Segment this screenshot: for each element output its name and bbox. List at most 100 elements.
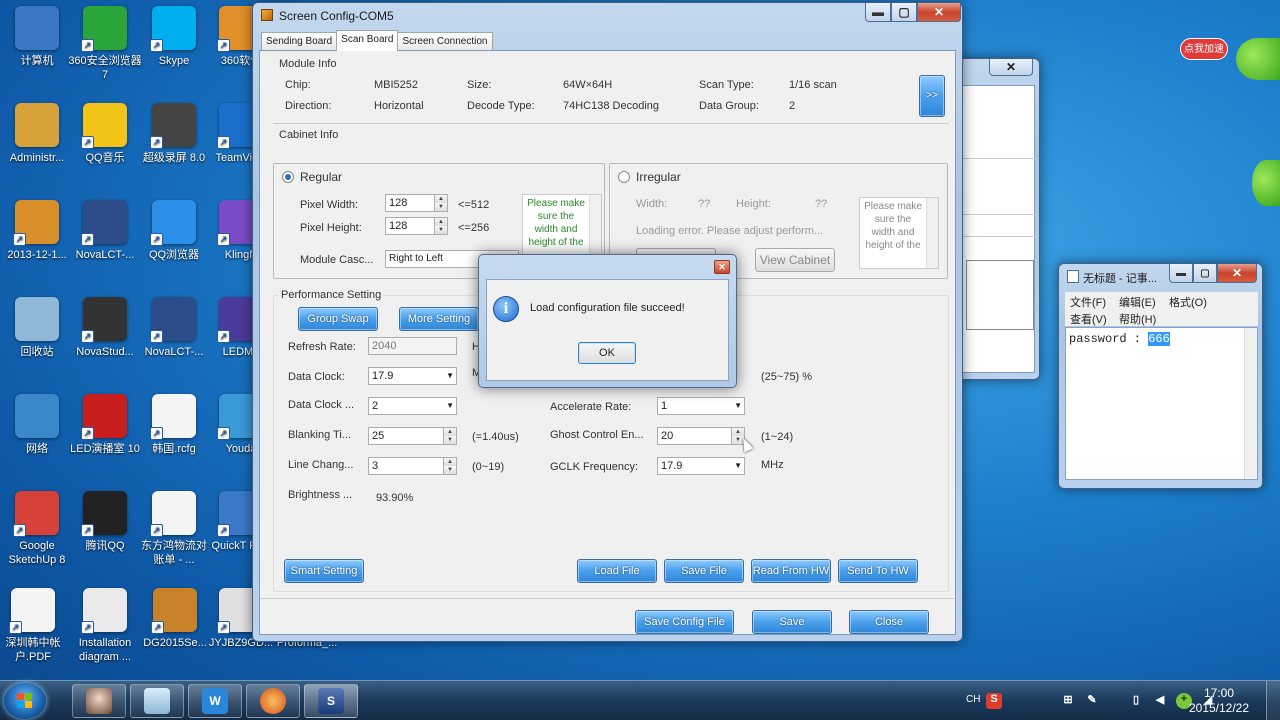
desktop-icon-24[interactable]: ↗ 深圳韩中帐户.PDF (0, 588, 70, 664)
line-change-hint: (0~19) (472, 461, 505, 473)
ghost-control-input[interactable]: 20 ▲ ▼ (657, 427, 745, 445)
desktop-icon-25[interactable]: ↗ Installation diagram ... (68, 588, 142, 664)
sogou-icon[interactable]: S (986, 693, 1002, 709)
smart-setting-button[interactable]: Smart Setting (284, 559, 364, 583)
shortcut-arrow-icon: ↗ (81, 427, 94, 440)
close-button[interactable]: Close (849, 610, 929, 634)
close-window-button[interactable]: ✕ (917, 3, 961, 22)
menu-help[interactable]: 帮助(H) (1119, 311, 1156, 327)
desktop-icon-9[interactable]: ↗ NovaLCT-... (68, 200, 142, 262)
data-clock-select[interactable]: 17.9 ▼ (368, 367, 457, 385)
desktop-icon-label: QQ音乐 (85, 152, 125, 164)
pixel-height-spinner[interactable]: ▲ ▼ (434, 218, 447, 234)
pixel-width-spinner[interactable]: ▲ ▼ (434, 195, 447, 211)
desktop-icon-20[interactable]: ↗ Google SketchUp 8 (0, 491, 74, 567)
taskbar-avatar-app[interactable] (72, 684, 126, 718)
dialog-ok-button[interactable]: OK (578, 342, 636, 364)
pixel-width-input[interactable]: 128 ▲ ▼ (385, 194, 448, 212)
send-to-hw-button[interactable]: Send To HW (838, 559, 918, 583)
blanking-input[interactable]: 25 ▲ ▼ (368, 427, 457, 445)
desktop-icon-4[interactable]: Administr... (0, 103, 74, 165)
module-more-button[interactable]: >> (919, 75, 945, 117)
desktop-icon-12[interactable]: 回收站 (0, 297, 74, 359)
clock[interactable]: 17:00 2015/12/22 (1184, 686, 1254, 716)
tab-scan-board[interactable]: Scan Board (336, 30, 399, 51)
notepad-maximize-button[interactable]: ▢ (1193, 264, 1217, 283)
tray-tool-icon[interactable]: ✎ (1084, 693, 1100, 709)
desktop-icon-16[interactable]: 网络 (0, 394, 74, 456)
notepad-minimize-button[interactable]: ▬ (1169, 264, 1193, 283)
desktop-icon-26[interactable]: ↗ DG2015Se... (138, 588, 212, 650)
save-file-button[interactable]: Save File (664, 559, 744, 583)
windows-flag-icon[interactable]: ⊞ (1060, 693, 1076, 709)
notepad-close-button[interactable]: ✕ (1217, 264, 1257, 283)
regular-radio[interactable] (282, 171, 294, 183)
shortcut-arrow-icon: ↗ (151, 621, 164, 634)
taskbar-wps[interactable]: W (188, 684, 242, 718)
notepad-menu-bar: 文件(F) 编辑(E) 格式(O) 查看(V) 帮助(H) (1065, 292, 1258, 326)
menu-file[interactable]: 文件(F) (1070, 294, 1106, 310)
taskbar-novalct[interactable]: S (304, 684, 358, 718)
desktop-icon-10[interactable]: ↗ QQ浏览器 (137, 200, 211, 262)
irregular-note-scrollbar[interactable] (926, 198, 938, 268)
line-change-input[interactable]: 3 ▲ ▼ (368, 457, 457, 475)
desktop-icon-6[interactable]: ↗ 超级录屏 8.0 (137, 103, 211, 165)
desktop-icon-22[interactable]: ↗ 东方鸿物流对账单 - ... (137, 491, 211, 567)
desktop-icon-8[interactable]: ↗ 2013-12-1... (0, 200, 74, 262)
desktop-icon-21[interactable]: ↗ 腾讯QQ (68, 491, 142, 553)
accelerate-select[interactable]: 1 ▼ (657, 397, 745, 415)
taskbar-app-fire[interactable] (246, 684, 300, 718)
gclk-select[interactable]: 17.9 ▼ (657, 457, 745, 475)
volume-icon[interactable]: ◀ (1152, 693, 1168, 709)
minimize-button[interactable]: ▬ (865, 3, 891, 22)
menu-edit[interactable]: 编辑(E) (1119, 294, 1156, 310)
data-clock-phase-select[interactable]: 2 ▼ (368, 397, 457, 415)
desktop-icon-2[interactable]: ↗ Skype (137, 6, 211, 68)
regular-note-scrollbar[interactable] (589, 195, 601, 257)
chevron-down-icon: ▼ (446, 401, 454, 410)
more-setting-button[interactable]: More Setting (399, 307, 479, 331)
shortcut-arrow-icon: ↗ (81, 621, 94, 634)
ime-indicator[interactable]: CH (966, 694, 980, 705)
line-change-spinner[interactable]: ▲ ▼ (443, 458, 456, 474)
dialog-close-button[interactable]: ✕ (714, 260, 730, 274)
module-cascade-value: Right to Left (389, 253, 443, 264)
desktop-icon-1[interactable]: ↗ 360安全浏览器7 (68, 6, 142, 82)
desktop-icon-18[interactable]: ↗ 韩国.rcfg (137, 394, 211, 456)
accelerate-sticker[interactable]: 点我加速 (1180, 38, 1228, 60)
desktop-icon-label: 东方鸿物流对账单 - ... (141, 540, 207, 566)
read-from-hw-button[interactable]: Read From HW (751, 559, 831, 583)
view-cabinet-button[interactable]: View Cabinet (755, 248, 835, 272)
desktop-icon-0[interactable]: 计算机 (0, 6, 74, 68)
start-button[interactable] (4, 683, 46, 719)
pixel-height-input[interactable]: 128 ▲ ▼ (385, 217, 448, 235)
menu-format[interactable]: 格式(O) (1169, 294, 1207, 310)
save-button[interactable]: Save (752, 610, 832, 634)
save-config-file-button[interactable]: Save Config File (635, 610, 734, 634)
desktop-icon-14[interactable]: ↗ NovaLCT-... (137, 297, 211, 359)
irregular-radio[interactable] (618, 171, 630, 183)
irregular-height-value: ?? (815, 198, 828, 210)
load-file-button[interactable]: Load File (577, 559, 657, 583)
maximize-button[interactable]: ▢ (891, 3, 917, 22)
notepad-scrollbar[interactable] (1244, 328, 1257, 479)
size-value: 64W×64H (563, 79, 613, 91)
tab-sending-board[interactable]: Sending Board (261, 32, 338, 51)
tab-screen-connection[interactable]: Screen Connection (397, 32, 493, 51)
show-desktop-button[interactable] (1266, 681, 1280, 720)
desktop-icon-5[interactable]: ↗ QQ音乐 (68, 103, 142, 165)
notepad-window: 无标题 - 记事... ▬ ▢ ✕ 文件(F) 编辑(E) 格式(O) 查看(V… (1058, 263, 1263, 489)
taskbar-explorer[interactable] (130, 684, 184, 718)
notepad-text-area[interactable]: password : 666 (1065, 327, 1258, 480)
refresh-rate-input: 2040 (368, 337, 457, 355)
desktop-icon-13[interactable]: ↗ NovaStud... (68, 297, 142, 359)
background-window-close-icon[interactable]: ✕ (989, 59, 1033, 76)
desktop-icon-17[interactable]: ↗ LED演播室 10 (68, 394, 142, 456)
blanking-spinner[interactable]: ▲ ▼ (443, 428, 456, 444)
battery-icon[interactable]: ▯ (1128, 693, 1144, 709)
qq-browser-icon: ↗ (150, 200, 196, 246)
irregular-width-label: Width: (636, 198, 668, 210)
menu-view[interactable]: 查看(V) (1070, 311, 1107, 327)
avatar-icon (86, 688, 112, 714)
group-swap-button[interactable]: Group Swap (298, 307, 378, 331)
